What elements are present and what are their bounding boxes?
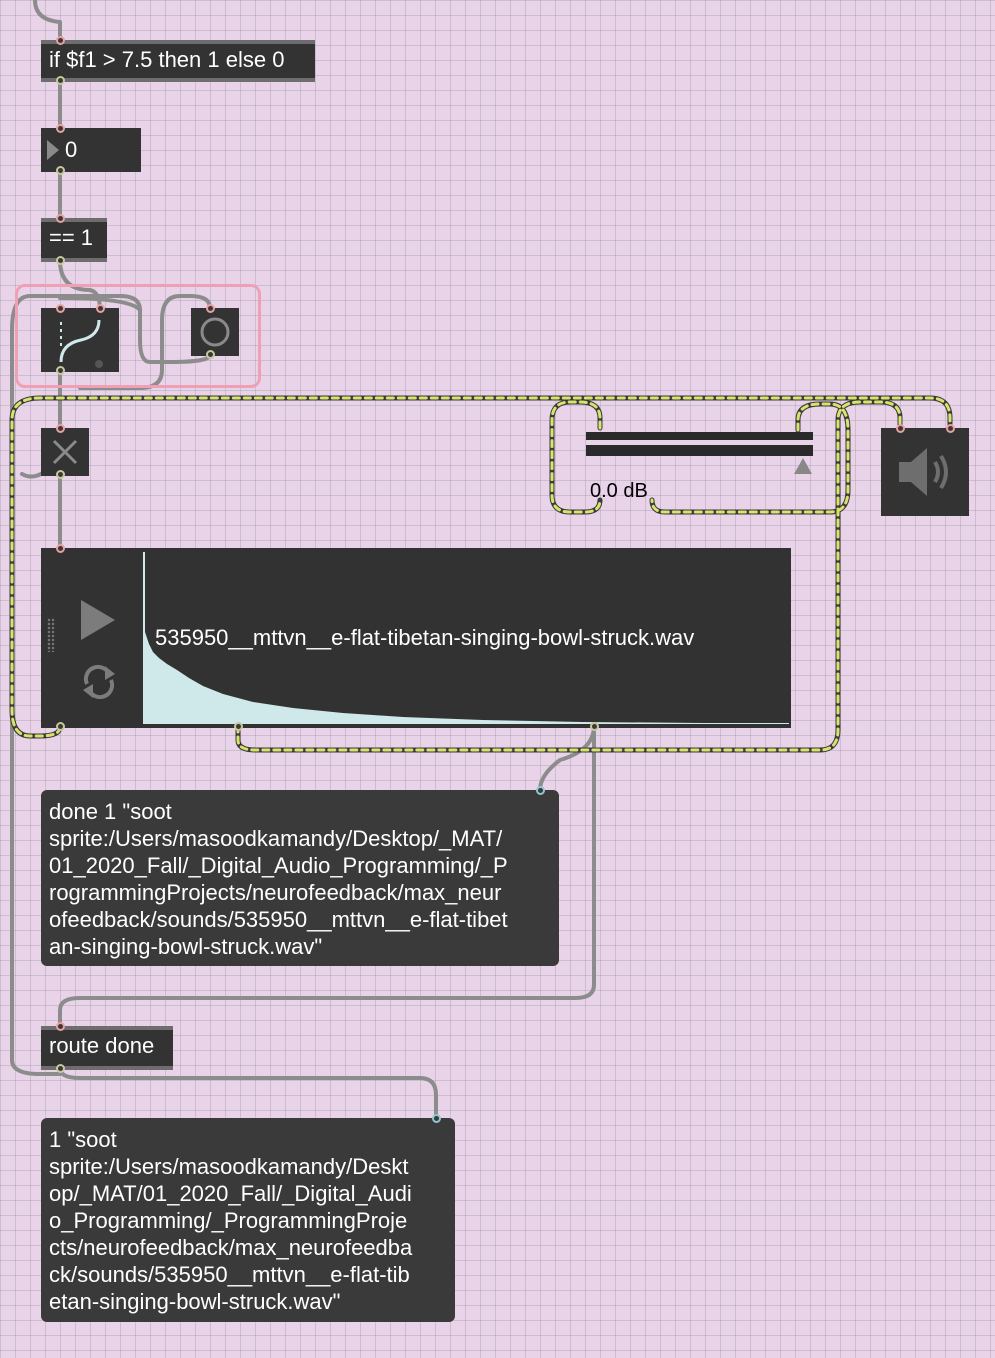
expr-inlet[interactable] — [56, 36, 65, 45]
playlist-outlet-3[interactable] — [590, 722, 599, 731]
triangle-right-icon — [47, 140, 59, 160]
drag-handle[interactable] — [47, 618, 55, 652]
done-message-inlet[interactable] — [536, 786, 545, 795]
expr-outlet[interactable] — [56, 76, 65, 85]
result-message-inlet[interactable] — [432, 1114, 441, 1123]
route-inlet[interactable] — [56, 1022, 65, 1031]
toggle-outlet[interactable] — [206, 350, 215, 359]
compare-inlet[interactable] — [56, 214, 65, 223]
done-message[interactable]: done 1 "soot sprite:/Users/masoodkamandy… — [41, 790, 559, 966]
playlist-filename: 535950__mttvn__e-flat-tibetan-singing-bo… — [155, 625, 695, 650]
speaker-icon — [899, 448, 948, 496]
compare-object-text: == 1 — [49, 225, 94, 250]
stop-inlet[interactable] — [56, 424, 65, 433]
compare-object[interactable]: == 1 — [41, 218, 107, 262]
stop-outlet[interactable] — [56, 470, 65, 479]
number-inlet[interactable] — [56, 124, 65, 133]
expr-object-text: if $f1 > 7.5 then 1 else 0 — [49, 47, 285, 72]
expr-object[interactable]: if $f1 > 7.5 then 1 else 0 — [41, 40, 315, 82]
playlist-inlet[interactable] — [56, 544, 65, 553]
toggle[interactable] — [191, 308, 239, 356]
gain-slider-track — [586, 432, 813, 456]
gate-switch[interactable] — [41, 308, 119, 372]
result-message[interactable]: 1 "soot sprite:/Users/masoodkamandy/Desk… — [41, 1118, 455, 1322]
toggle-inlet[interactable] — [206, 304, 215, 313]
compare-outlet[interactable] — [56, 256, 65, 265]
number-outlet[interactable] — [56, 166, 65, 175]
playlist-audio-outlet[interactable] — [56, 722, 65, 731]
gate-icon — [59, 319, 103, 368]
dac-left-inlet[interactable] — [896, 424, 905, 433]
gate-outlet[interactable] — [56, 366, 65, 375]
stop-button[interactable] — [41, 428, 89, 476]
dac-right-inlet[interactable] — [946, 424, 955, 433]
playlist-outlet-2[interactable] — [234, 722, 243, 731]
route-outlet[interactable] — [56, 1064, 65, 1073]
dac-speaker[interactable] — [881, 428, 969, 516]
number-box[interactable]: 0 — [41, 128, 141, 172]
gate-right-inlet[interactable] — [96, 304, 105, 313]
loop-icon[interactable] — [81, 664, 117, 700]
gate-left-inlet[interactable] — [56, 304, 65, 313]
gain-slider[interactable] — [586, 432, 814, 480]
gain-slider-knob[interactable] — [794, 458, 812, 474]
play-icon[interactable] — [81, 600, 117, 640]
toggle-circle-icon — [200, 317, 230, 347]
close-x-icon — [52, 439, 78, 465]
route-object-text: route done — [49, 1033, 155, 1058]
number-box-value: 0 — [65, 137, 78, 162]
gain-value-label: 0.0 dB — [590, 480, 648, 502]
